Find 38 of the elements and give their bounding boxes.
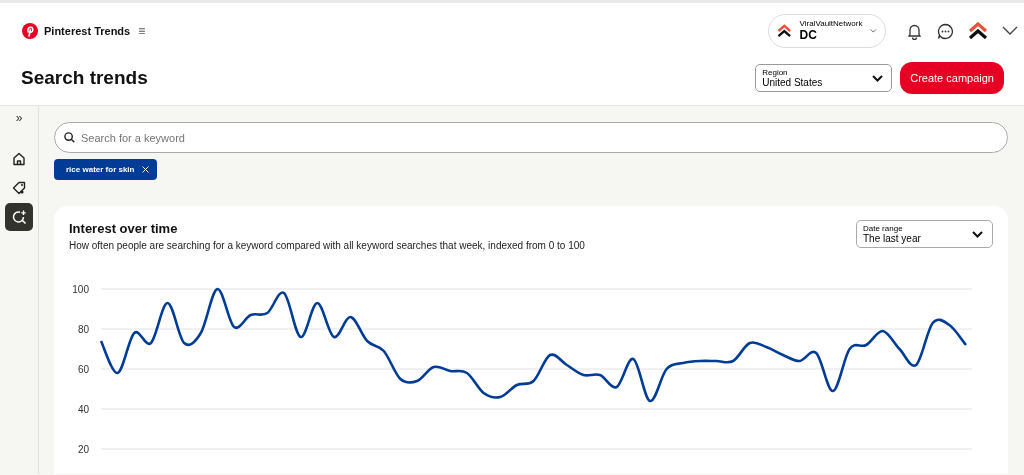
account-name: DC bbox=[799, 28, 817, 42]
region-value: United States bbox=[762, 76, 823, 89]
create-campaign-button[interactable]: Create campaign bbox=[900, 62, 1004, 94]
search-field[interactable]: Search for a keyword bbox=[54, 122, 1008, 153]
date-range-value: The last year bbox=[863, 232, 921, 245]
app-title: Pinterest Trends bbox=[44, 25, 131, 37]
home-icon bbox=[12, 152, 26, 166]
trend-search-icon bbox=[11, 209, 27, 225]
menu-icon[interactable]: ≡ bbox=[138, 24, 146, 38]
date-range-label: Date range bbox=[863, 223, 903, 233]
y-axis-label: 40 bbox=[77, 403, 89, 415]
region-label: Region bbox=[762, 67, 788, 77]
y-axis-label: 20 bbox=[77, 443, 89, 455]
account-label: ViralVaultNetwork bbox=[799, 20, 863, 29]
card-title: Interest over time bbox=[69, 221, 179, 236]
search-icon bbox=[64, 132, 75, 143]
y-axis-label: 100 bbox=[72, 283, 89, 295]
nav-button[interactable] bbox=[5, 203, 33, 231]
pinterest-logo-icon[interactable] bbox=[22, 23, 38, 39]
bell-icon[interactable] bbox=[906, 22, 923, 40]
close-icon[interactable] bbox=[142, 166, 150, 173]
caret-icon bbox=[972, 230, 983, 238]
chat-icon[interactable] bbox=[937, 22, 954, 40]
y-axis-label: 60 bbox=[77, 363, 89, 375]
tag-icon bbox=[12, 181, 26, 195]
keyword-chip[interactable]: rice water for skin bbox=[54, 159, 158, 180]
y-axis-label: 80 bbox=[77, 323, 89, 335]
account-switcher[interactable]: ViralVaultNetwork DC bbox=[768, 14, 886, 48]
chevron-logo-icon bbox=[777, 22, 792, 40]
caret-icon bbox=[872, 74, 884, 82]
region-dropdown[interactable]: Region United States bbox=[755, 64, 893, 92]
date-range-dropdown[interactable]: Date range The last year bbox=[856, 220, 993, 248]
profile-logo-icon[interactable] bbox=[968, 22, 988, 40]
card-subtitle: How often people are searching for a keyword compared with all keyword searches that week, indexed from 0 to 100 bbox=[69, 240, 585, 251]
expand-icon[interactable]: » bbox=[15, 111, 23, 125]
chevron-down-icon bbox=[870, 28, 877, 34]
chevron-down-icon[interactable] bbox=[1002, 26, 1018, 36]
page-title: Search trends bbox=[21, 67, 148, 89]
